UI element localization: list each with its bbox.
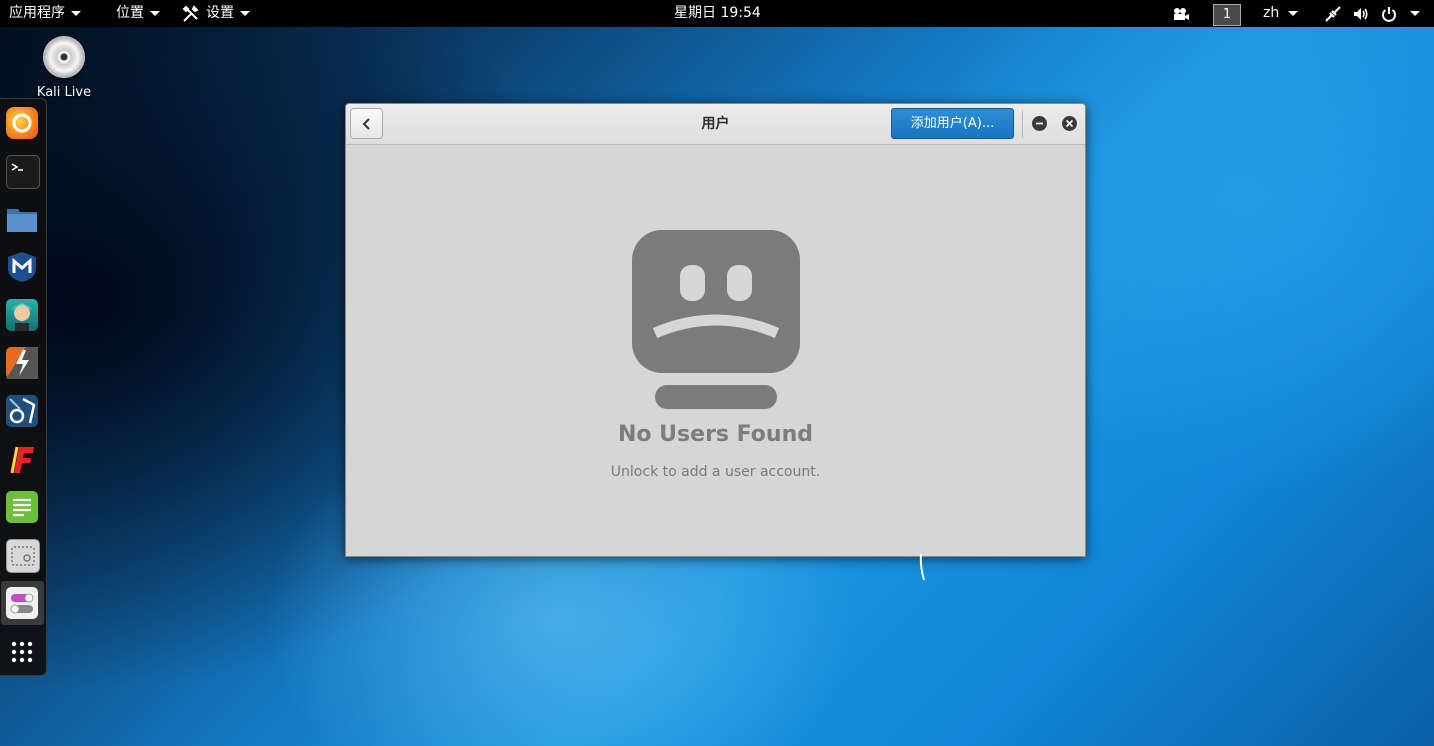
- workspace-number: 1: [1213, 4, 1241, 26]
- folder-icon: [7, 209, 37, 232]
- places-menu-label: 位置: [116, 5, 144, 21]
- dock-maltego[interactable]: [6, 395, 38, 427]
- dock-armitage[interactable]: [6, 299, 38, 331]
- metasploit-icon: [8, 252, 36, 282]
- applications-menu-label: 应用程序: [9, 5, 65, 21]
- text-editor-icon: [13, 498, 31, 517]
- power-icon: [1382, 6, 1396, 22]
- chevron-down-icon: [150, 11, 160, 16]
- maltego-icon: [9, 397, 36, 424]
- minimize-icon: [1036, 122, 1043, 125]
- chevron-left-icon: [362, 117, 370, 130]
- toggle-switches-icon: [10, 593, 34, 614]
- places-menu[interactable]: 位置: [116, 0, 160, 27]
- minimize-button[interactable]: [1032, 116, 1047, 131]
- close-icon: [1065, 119, 1074, 128]
- applications-menu[interactable]: 应用程序: [9, 0, 81, 27]
- firefox-icon: [12, 113, 32, 133]
- burpsuite-icon: [6, 347, 38, 379]
- add-user-button[interactable]: 添加用户(A)...: [891, 108, 1014, 139]
- language-label: zh: [1263, 5, 1280, 21]
- system-menu[interactable]: [1324, 0, 1420, 27]
- dock-faraday[interactable]: [6, 443, 38, 475]
- dock-text-editor[interactable]: [6, 491, 38, 523]
- dock: [0, 98, 47, 676]
- sad-computer-icon: [632, 230, 800, 409]
- mouse-pointer-icon: [919, 554, 925, 581]
- chevron-down-icon: [1410, 11, 1420, 16]
- back-button[interactable]: [350, 108, 383, 139]
- dock-terminal[interactable]: [6, 155, 40, 189]
- app-grid-icon: [11, 641, 33, 663]
- top-bar: 应用程序 位置 设置 星期日 19:54 1 zh: [0, 0, 1434, 27]
- volume-icon: [1354, 7, 1368, 20]
- header-separator: [1022, 110, 1023, 138]
- terminal-icon: [11, 163, 23, 171]
- show-applications-button[interactable]: [6, 636, 38, 668]
- window-header-bar: 用户 添加用户(A)...: [346, 104, 1085, 145]
- clock-label: 星期日 19:54: [674, 5, 761, 21]
- empty-state-subtitle: Unlock to add a user account.: [610, 464, 821, 480]
- dock-burpsuite[interactable]: [6, 347, 38, 379]
- chevron-down-icon: [71, 11, 81, 16]
- dock-screenshot[interactable]: [6, 539, 40, 573]
- tools-icon: [182, 4, 199, 22]
- empty-state-title: No Users Found: [618, 422, 813, 447]
- settings-menu-label: 设置: [206, 5, 234, 21]
- workspace-indicator[interactable]: 1: [1213, 0, 1241, 27]
- video-camera-icon: [1174, 7, 1189, 20]
- faraday-icon: [10, 446, 34, 474]
- video-camera-indicator[interactable]: [1172, 0, 1190, 27]
- chevron-down-icon: [240, 11, 250, 16]
- settings-menu[interactable]: 设置: [182, 0, 250, 27]
- clock[interactable]: 星期日 19:54: [674, 0, 761, 27]
- screenshot-icon: [11, 546, 35, 566]
- language-menu[interactable]: zh: [1263, 0, 1299, 27]
- dock-tweaks[interactable]: [6, 587, 38, 619]
- dock-firefox[interactable]: [6, 107, 38, 139]
- network-wired-icon: [1325, 5, 1341, 22]
- cd-disc-icon: [43, 36, 85, 78]
- users-window: 用户 添加用户(A)... No Users Found Unlock to a…: [345, 103, 1086, 557]
- chevron-down-icon: [1288, 11, 1299, 16]
- dock-files[interactable]: [6, 203, 38, 235]
- armitage-icon: [12, 303, 32, 331]
- desktop-icon-kali-live[interactable]: Kali Live: [22, 36, 106, 100]
- dock-metasploit[interactable]: [6, 251, 38, 283]
- close-button[interactable]: [1062, 116, 1077, 131]
